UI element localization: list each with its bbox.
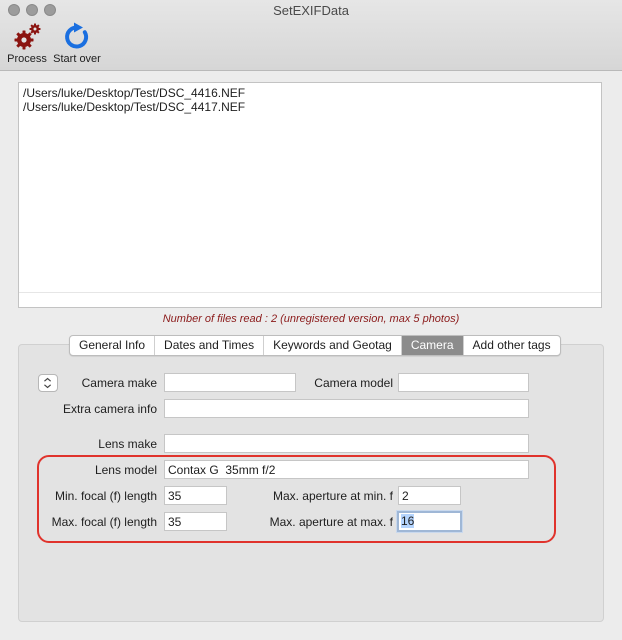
tab-general-info[interactable]: General Info — [70, 336, 156, 355]
file-list-item[interactable]: /Users/luke/Desktop/Test/DSC_4416.NEF — [23, 86, 597, 100]
horizontal-scrollbar[interactable] — [19, 292, 601, 307]
min-focal-length-field[interactable] — [164, 486, 227, 505]
extra-camera-info-label: Extra camera info — [62, 402, 157, 416]
lens-make-field[interactable] — [164, 434, 529, 453]
lens-model-label: Lens model — [94, 463, 157, 477]
status-message: Number of files read : 2 (unregistered v… — [162, 313, 460, 325]
preset-popup-button[interactable] — [38, 374, 58, 392]
start-over-label: Start over — [53, 53, 101, 65]
title-bar: SetEXIFData Process Start over — [0, 0, 622, 71]
up-down-chevron-icon — [44, 377, 52, 389]
gears-icon — [14, 23, 41, 50]
max-aperture-max-f-label: Max. aperture at max. f — [269, 515, 393, 529]
lens-model-field[interactable] — [164, 460, 529, 479]
start-over-button[interactable]: Start over — [52, 22, 102, 65]
max-focal-length-label: Max. focal (f) length — [51, 515, 157, 529]
lens-make-label: Lens make — [98, 437, 157, 451]
file-list[interactable]: /Users/luke/Desktop/Test/DSC_4416.NEF /U… — [18, 82, 602, 308]
camera-model-field[interactable] — [398, 373, 529, 392]
max-focal-length-field[interactable] — [164, 512, 227, 531]
tab-dates-and-times[interactable]: Dates and Times — [155, 336, 265, 355]
tab-add-other-tags[interactable]: Add other tags — [464, 336, 560, 355]
app-window: SetEXIFData Process Start over /Users/lu… — [0, 0, 622, 640]
camera-make-label: Camera make — [81, 376, 157, 390]
window-title: SetEXIFData — [273, 3, 349, 18]
process-label: Process — [7, 53, 47, 65]
selected-text: 16 — [401, 514, 415, 528]
tab-keywords-and-geotag[interactable]: Keywords and Geotag — [264, 336, 402, 355]
extra-camera-info-field[interactable] — [164, 399, 529, 418]
max-aperture-min-f-field[interactable] — [398, 486, 461, 505]
process-button[interactable]: Process — [5, 22, 49, 65]
file-list-item[interactable]: /Users/luke/Desktop/Test/DSC_4417.NEF — [23, 100, 597, 114]
min-focal-length-label: Min. focal (f) length — [54, 489, 157, 503]
tab-camera[interactable]: Camera — [401, 336, 464, 355]
max-aperture-min-f-label: Max. aperture at min. f — [272, 489, 393, 503]
max-aperture-max-f-field[interactable]: 16 — [397, 511, 462, 532]
tab-bar: General Info Dates and Times Keywords an… — [69, 335, 561, 356]
camera-model-label: Camera model — [314, 376, 393, 390]
camera-make-field[interactable] — [164, 373, 296, 392]
refresh-arrow-icon — [65, 22, 89, 49]
